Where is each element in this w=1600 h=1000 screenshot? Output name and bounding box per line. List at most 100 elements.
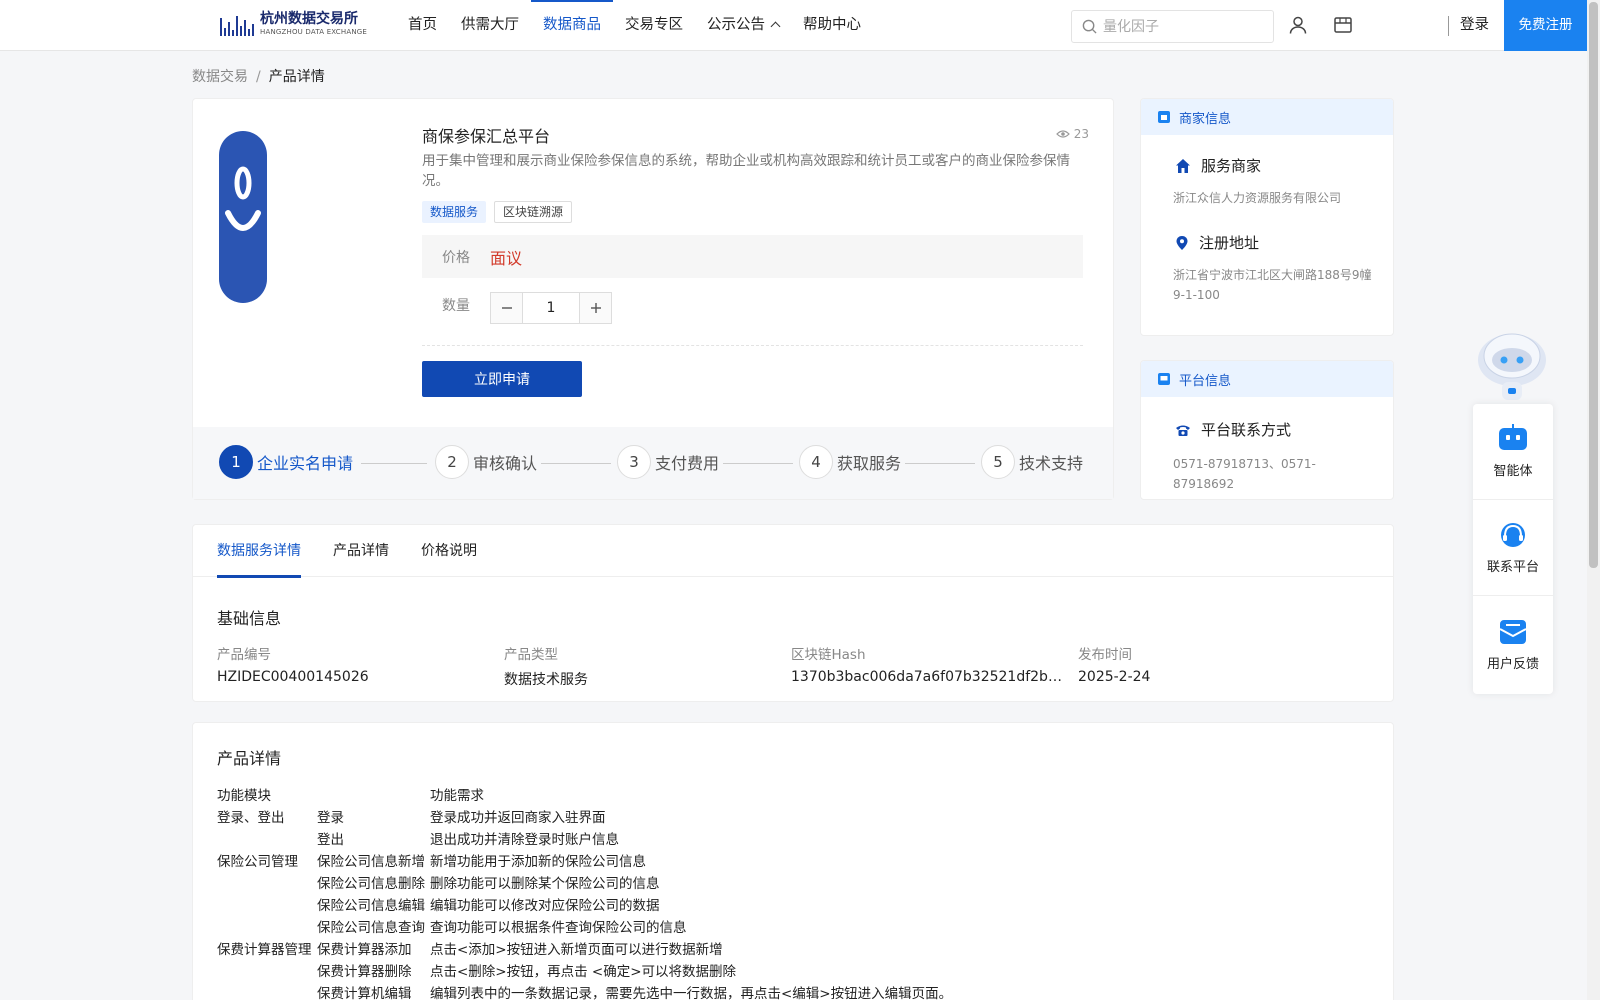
- table-cell: 保费计算机编辑: [317, 986, 412, 1000]
- table-row: 保险公司信息查询 查询功能可以根据条件查询保险公司的信息: [217, 915, 952, 937]
- table-cell: 查询功能可以根据条件查询保险公司的信息: [430, 920, 687, 936]
- tab-service-details[interactable]: 数据服务详情: [217, 525, 301, 578]
- step-4: 4 获取服务: [799, 445, 901, 479]
- table-row: 登出 退出成功并清除登录时账户信息: [217, 827, 952, 849]
- view-count: 23: [1055, 127, 1089, 141]
- merchant-info-card: 商家信息 服务商家 浙江众信人力资源服务有限公司 注册地址 浙江省宁波市江北区大…: [1140, 98, 1394, 336]
- info-product-code: 产品编号 HZIDEC00400145026: [217, 643, 504, 689]
- contact-platform-button[interactable]: 联系平台: [1473, 500, 1553, 596]
- info-value: 1370b3bac006da7a6f07b32521df2bd9a0...: [791, 669, 1063, 685]
- service-details-card: 数据服务详情 产品详情 价格说明 基础信息 产品编号 HZIDEC0040014…: [192, 524, 1394, 702]
- increase-button[interactable]: [580, 293, 611, 323]
- nav-data-products[interactable]: 数据商品: [531, 0, 613, 50]
- table-cell: 登录: [317, 810, 344, 826]
- step-connector: [541, 463, 611, 464]
- step-2-number: 2: [435, 445, 469, 479]
- product-card: 商保参保汇总平台 23 用于集中管理和展示商业保险参保信息的系统，帮助企业或机构…: [192, 98, 1114, 500]
- agent-label: 智能体: [1493, 464, 1533, 479]
- tag-blockchain: 区块链溯源: [494, 201, 573, 223]
- basic-info-grid: 产品编号 HZIDEC00400145026 产品类型 数据技术服务 区块链Ha…: [217, 643, 1365, 689]
- decrease-button[interactable]: [491, 293, 522, 323]
- table-cell: 保费计算器添加: [317, 942, 412, 958]
- store-icon[interactable]: [1333, 15, 1353, 35]
- step-connector: [723, 463, 793, 464]
- minus-icon: [501, 307, 512, 309]
- breadcrumb-root[interactable]: 数据交易: [192, 69, 248, 85]
- service-merchant-row: 服务商家: [1141, 155, 1393, 176]
- product-logo-image: [219, 131, 267, 303]
- table-cell: 编辑功能可以修改对应保险公司的数据: [430, 898, 660, 914]
- phone-icon: [1176, 425, 1190, 436]
- table-row: 保险公司管理 保险公司信息新增 新增功能用于添加新的保险公司信息: [217, 849, 952, 871]
- table-row: 登录、登出 登录 登录成功并返回商家入驻界面: [217, 805, 952, 827]
- search-input[interactable]: [1103, 18, 1263, 35]
- table-cell: 保费计算器删除: [317, 964, 412, 980]
- floating-service-panel: 智能体 联系平台 用户反馈: [1473, 404, 1553, 694]
- nav-trading-zone[interactable]: 交易专区: [613, 0, 695, 50]
- quantity-value[interactable]: 1: [522, 293, 580, 323]
- divider: [422, 345, 1083, 346]
- robot-chat-icon: [1499, 424, 1527, 450]
- logo-name-cn: 杭州数据交易所: [260, 11, 358, 27]
- nav-home[interactable]: 首页: [396, 0, 449, 50]
- table-cell: 点击<添加>按钮进入新增页面可以进行数据新增: [430, 942, 723, 958]
- step-1-number: 1: [219, 445, 253, 479]
- nav-announcements[interactable]: 公示公告: [695, 0, 791, 50]
- breadcrumb-separator: /: [256, 69, 261, 85]
- merchant-info-title: 商家信息: [1179, 111, 1232, 127]
- user-feedback-button[interactable]: 用户反馈: [1473, 596, 1553, 692]
- platform-contact-title: 平台联系方式: [1201, 421, 1292, 439]
- product-details-card: 产品详情 功能模块 功能需求 登录、登出 登录 登录成功并返回商家入驻界面 登出 退出成…: [192, 722, 1394, 1000]
- home-icon: [1176, 158, 1190, 173]
- main-nav: 首页 供需大厅 数据商品 交易专区 公示公告 帮助中心: [396, 0, 873, 50]
- breadcrumb: 数据交易 / 产品详情: [192, 66, 325, 86]
- platform-info-title: 平台信息: [1179, 373, 1232, 389]
- breadcrumb-current: 产品详情: [268, 69, 325, 85]
- table-cell: 功能需求: [430, 788, 484, 804]
- contact-platform-label: 联系平台: [1486, 560, 1539, 575]
- step-5: 5 技术支持: [981, 445, 1083, 479]
- info-value: HZIDEC00400145026: [217, 669, 369, 685]
- info-key: 发布时间: [1078, 647, 1132, 663]
- table-cell: 登录成功并返回商家入驻界面: [430, 810, 606, 826]
- logo-bars-icon: [220, 12, 254, 36]
- headset-icon: [1501, 523, 1525, 547]
- info-value: 2025-2-24: [1078, 669, 1151, 685]
- step-3: 3 支付费用: [617, 445, 719, 479]
- info-key: 产品类型: [504, 647, 558, 663]
- robot-assistant-avatar[interactable]: [1474, 326, 1550, 402]
- logo[interactable]: 杭州数据交易所 HANGZHOU DATA EXCHANGE: [220, 12, 367, 36]
- register-button[interactable]: 免费注册: [1504, 0, 1587, 51]
- tab-price-info[interactable]: 价格说明: [421, 525, 477, 577]
- price-value: 面议: [490, 249, 523, 268]
- chevron-up-icon: [770, 21, 781, 32]
- table-cell: 编辑列表中的一条数据记录，需要先选中一行数据，再点击<编辑>按钮进入编辑页面。: [430, 986, 953, 1000]
- address-row: 注册地址: [1141, 232, 1393, 253]
- nav-help-center[interactable]: 帮助中心: [791, 0, 873, 50]
- service-merchant-title: 服务商家: [1201, 157, 1262, 175]
- apply-now-button[interactable]: 立即申请: [422, 361, 582, 397]
- info-value: 数据技术服务: [504, 672, 588, 688]
- nav-supply-demand[interactable]: 供需大厅: [449, 0, 531, 50]
- info-key: 产品编号: [217, 647, 271, 663]
- step-1: 1 企业实名申请: [219, 445, 353, 479]
- user-icon[interactable]: [1288, 15, 1308, 35]
- step-1-label: 企业实名申请: [257, 454, 354, 473]
- search-box[interactable]: [1071, 10, 1274, 43]
- product-description: 用于集中管理和展示商业保险参保信息的系统，帮助企业或机构高效跟踪和统计员工或客户…: [422, 153, 1070, 189]
- step-4-label: 获取服务: [837, 454, 902, 473]
- product-title: 商保参保汇总平台: [422, 127, 551, 146]
- scrollbar-thumb[interactable]: [1589, 2, 1598, 568]
- step-connector: [905, 463, 975, 464]
- service-merchant-value: 浙江众信人力资源服务有限公司: [1173, 191, 1342, 205]
- agent-button[interactable]: 智能体: [1473, 404, 1553, 500]
- table-cell: [217, 893, 317, 915]
- login-link[interactable]: 登录: [1448, 0, 1489, 50]
- info-blockchain-hash: 区块链Hash 1370b3bac006da7a6f07b32521df2bd9…: [791, 643, 1078, 689]
- tab-product-details[interactable]: 产品详情: [333, 525, 389, 577]
- monitor-icon: [1158, 373, 1170, 385]
- platform-contact-row: 平台联系方式: [1141, 419, 1393, 440]
- page-scrollbar[interactable]: [1587, 0, 1600, 1000]
- table-cell: [217, 959, 317, 981]
- table-cell: 登出: [317, 832, 344, 848]
